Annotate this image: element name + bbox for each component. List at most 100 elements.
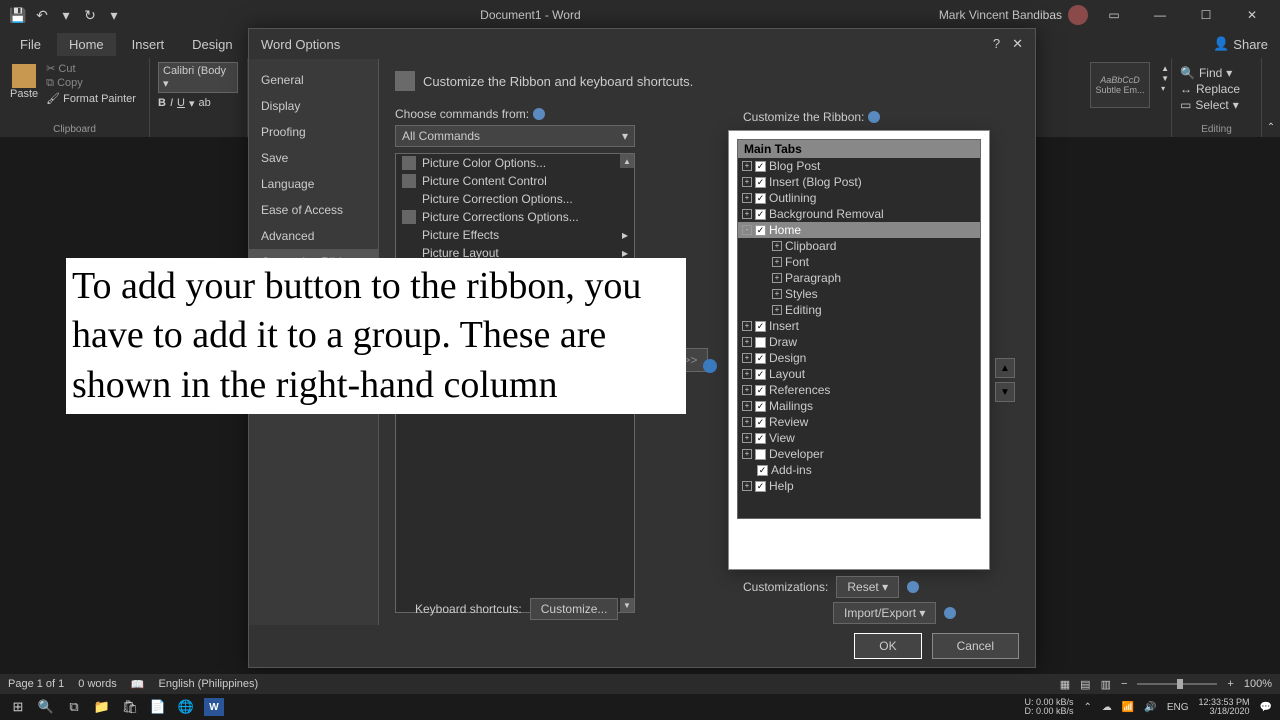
tree-item[interactable]: ✓Add-ins bbox=[738, 462, 980, 478]
zoom-out-icon[interactable]: − bbox=[1121, 678, 1127, 690]
style-up-icon[interactable]: ▲ bbox=[1161, 64, 1169, 73]
style-down-icon[interactable]: ▼ bbox=[1161, 74, 1169, 83]
expand-icon[interactable]: + bbox=[742, 193, 752, 203]
copy-button[interactable]: ⧉ Copy bbox=[46, 77, 136, 90]
scroll-down-icon[interactable]: ▼ bbox=[620, 598, 634, 612]
edge-icon[interactable]: 🌐 bbox=[176, 698, 196, 716]
style-more-icon[interactable]: ▾ bbox=[1161, 84, 1169, 93]
expand-icon[interactable]: + bbox=[742, 209, 752, 219]
ime-indicator[interactable]: ENG bbox=[1167, 702, 1189, 713]
checkbox[interactable]: ✓ bbox=[755, 161, 766, 172]
expand-icon[interactable]: + bbox=[772, 289, 782, 299]
checkbox[interactable]: ✓ bbox=[755, 225, 766, 236]
sidebar-item-language[interactable]: Language bbox=[249, 171, 378, 197]
tree-item[interactable]: +✓View bbox=[738, 430, 980, 446]
expand-icon[interactable]: + bbox=[742, 417, 752, 427]
tree-item[interactable]: +Developer bbox=[738, 446, 980, 462]
tree-item[interactable]: +✓Insert (Blog Post) bbox=[738, 174, 980, 190]
close-dialog-icon[interactable]: ✕ bbox=[1012, 36, 1023, 52]
volume-icon[interactable]: 🔊 bbox=[1144, 702, 1156, 713]
tree-item[interactable]: +✓Outlining bbox=[738, 190, 980, 206]
word-count[interactable]: 0 words bbox=[78, 678, 117, 690]
sidebar-item-ease[interactable]: Ease of Access bbox=[249, 197, 378, 223]
underline-button[interactable]: U bbox=[177, 97, 185, 110]
file-explorer-icon[interactable]: 📁 bbox=[92, 698, 112, 716]
checkbox[interactable]: ✓ bbox=[755, 481, 766, 492]
tab-insert[interactable]: Insert bbox=[120, 33, 177, 56]
save-icon[interactable]: 💾 bbox=[10, 7, 26, 23]
tree-item[interactable]: +Draw bbox=[738, 334, 980, 350]
font-select[interactable]: Calibri (Body ▾ bbox=[158, 62, 238, 93]
checkbox[interactable]: ✓ bbox=[755, 321, 766, 332]
sidebar-item-advanced[interactable]: Advanced bbox=[249, 223, 378, 249]
sidebar-item-display[interactable]: Display bbox=[249, 93, 378, 119]
sidebar-item-proofing[interactable]: Proofing bbox=[249, 119, 378, 145]
expand-icon[interactable]: + bbox=[742, 449, 752, 459]
ribbon-options-icon[interactable]: ▭ bbox=[1094, 0, 1134, 30]
close-icon[interactable]: ✕ bbox=[1232, 0, 1272, 30]
notepad-icon[interactable]: 📄 bbox=[148, 698, 168, 716]
info-icon[interactable] bbox=[944, 607, 956, 619]
cancel-button[interactable]: Cancel bbox=[932, 633, 1019, 659]
expand-icon[interactable]: + bbox=[742, 353, 752, 363]
tab-design[interactable]: Design bbox=[180, 33, 244, 56]
select-button[interactable]: ▭ Select ▾ bbox=[1180, 98, 1253, 112]
info-icon[interactable] bbox=[868, 111, 880, 123]
checkbox[interactable]: ✓ bbox=[755, 193, 766, 204]
checkbox[interactable]: ✓ bbox=[755, 417, 766, 428]
web-layout-icon[interactable]: ▥ bbox=[1101, 678, 1111, 691]
onedrive-icon[interactable]: ☁ bbox=[1102, 702, 1112, 713]
expand-icon[interactable]: + bbox=[742, 369, 752, 379]
tree-item[interactable]: +✓Layout bbox=[738, 366, 980, 382]
tree-item[interactable]: +Font bbox=[738, 254, 980, 270]
checkbox[interactable] bbox=[755, 337, 766, 348]
expand-icon[interactable]: + bbox=[742, 177, 752, 187]
tree-item[interactable]: +Editing bbox=[738, 302, 980, 318]
expand-icon[interactable]: + bbox=[772, 241, 782, 251]
expand-icon[interactable]: + bbox=[742, 321, 752, 331]
zoom-level[interactable]: 100% bbox=[1244, 678, 1272, 690]
move-up-button[interactable]: ▲ bbox=[995, 358, 1015, 378]
bold-button[interactable]: B bbox=[158, 97, 166, 110]
choose-from-dropdown[interactable]: All Commands▾ bbox=[395, 125, 635, 147]
style-preview[interactable]: AaBbCcDSubtle Em... bbox=[1090, 62, 1150, 108]
command-list-item[interactable]: Picture Content Control bbox=[396, 172, 634, 190]
paste-button[interactable]: Paste bbox=[8, 62, 40, 105]
tree-item[interactable]: +✓Blog Post bbox=[738, 158, 980, 174]
cut-button[interactable]: ✂ Cut bbox=[46, 62, 136, 75]
expand-icon[interactable]: + bbox=[742, 161, 752, 171]
checkbox[interactable]: ✓ bbox=[757, 465, 768, 476]
word-taskbar-icon[interactable]: W bbox=[204, 698, 224, 716]
tree-item[interactable]: +✓Design bbox=[738, 350, 980, 366]
language-indicator[interactable]: English (Philippines) bbox=[159, 678, 259, 690]
tray-chevron-icon[interactable]: ⌃ bbox=[1084, 702, 1092, 713]
redo-icon[interactable]: ↻ bbox=[82, 7, 98, 23]
checkbox[interactable]: ✓ bbox=[755, 353, 766, 364]
share-button[interactable]: Share bbox=[1233, 37, 1268, 52]
sidebar-item-save[interactable]: Save bbox=[249, 145, 378, 171]
tree-item[interactable]: +✓Insert bbox=[738, 318, 980, 334]
search-icon[interactable]: 🔍 bbox=[36, 698, 56, 716]
checkbox[interactable]: ✓ bbox=[755, 209, 766, 220]
ok-button[interactable]: OK bbox=[854, 633, 921, 659]
maximize-icon[interactable]: ☐ bbox=[1186, 0, 1226, 30]
checkbox[interactable]: ✓ bbox=[755, 433, 766, 444]
format-painter-button[interactable]: 🖌 Format Painter bbox=[46, 92, 136, 105]
sidebar-item-general[interactable]: General bbox=[249, 67, 378, 93]
read-mode-icon[interactable]: ▦ bbox=[1060, 678, 1070, 691]
command-list-item[interactable]: Picture Corrections Options... bbox=[396, 208, 634, 226]
command-list-item[interactable]: Picture Effects▸ bbox=[396, 226, 634, 244]
tree-item[interactable]: +Paragraph bbox=[738, 270, 980, 286]
tree-item[interactable]: +Styles bbox=[738, 286, 980, 302]
expand-icon[interactable]: + bbox=[742, 433, 752, 443]
tree-item[interactable]: +Clipboard bbox=[738, 238, 980, 254]
move-down-button[interactable]: ▼ bbox=[995, 382, 1015, 402]
tab-home[interactable]: Home bbox=[57, 33, 116, 56]
checkbox[interactable] bbox=[755, 449, 766, 460]
info-icon[interactable] bbox=[533, 108, 545, 120]
notification-icon[interactable]: 💬 bbox=[1260, 702, 1272, 713]
tab-file[interactable]: File bbox=[8, 33, 53, 56]
tree-item[interactable]: +✓Review bbox=[738, 414, 980, 430]
undo-icon[interactable]: ↶ bbox=[34, 7, 50, 23]
print-layout-icon[interactable]: ▤ bbox=[1080, 678, 1090, 691]
